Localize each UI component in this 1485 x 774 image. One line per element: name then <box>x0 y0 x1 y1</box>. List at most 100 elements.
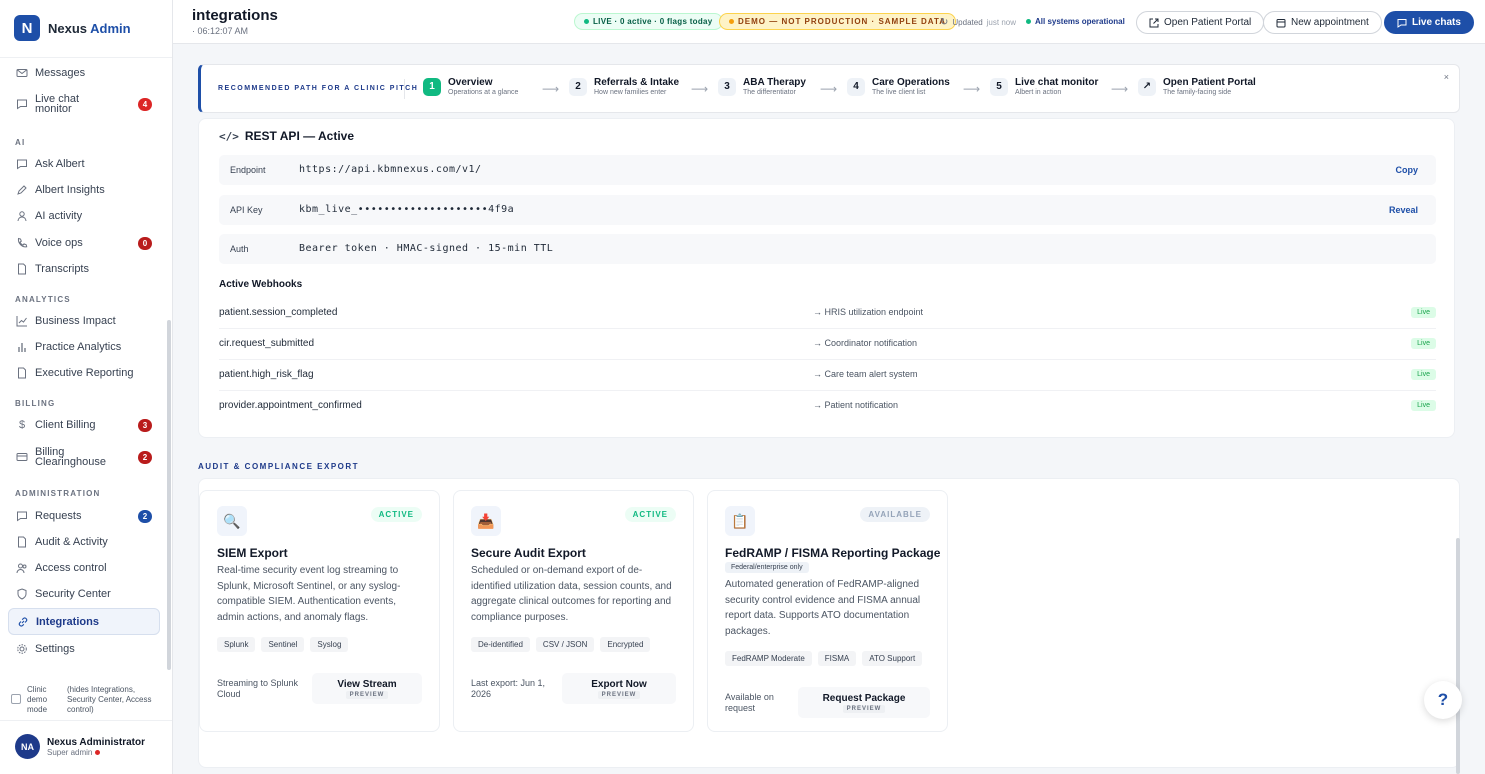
pitch-step-aba-therapy[interactable]: 3 ABA Therapy The differentiator <box>718 77 806 96</box>
export-now-button[interactable]: Export Now PREVIEW <box>562 673 676 704</box>
pitch-step-live-chat-monitor[interactable]: 5 Live chat monitor Albert in action <box>990 77 1098 96</box>
webhooks-title: Active Webhooks <box>219 279 303 290</box>
sidebar-item-label: Executive Reporting <box>35 367 134 379</box>
app-root: N Nexus Admin Messages Live chat monitor… <box>0 0 1485 774</box>
status-badge: Live <box>1411 369 1436 380</box>
card-description: Scheduled or on-demand export of de-iden… <box>471 565 672 623</box>
pitch-step-referrals[interactable]: 2 Referrals & Intake How new families ent… <box>569 77 679 96</box>
sidebar-item-business-impact[interactable]: Business Impact <box>8 308 160 334</box>
live-dot <box>584 19 589 24</box>
user-name: Nexus Administrator <box>47 736 145 748</box>
sidebar-scrollbar[interactable] <box>167 320 171 670</box>
table-row[interactable]: cir.request_submitted → Coordinator noti… <box>219 329 1436 360</box>
table-row[interactable]: patient.high_risk_flag → Care team alert… <box>219 360 1436 391</box>
sidebar-item-label: Albert Insights <box>35 184 105 196</box>
top-header: integrations · 06:12:07 AM LIVE · 0 acti… <box>173 0 1485 44</box>
pitch-step-overview[interactable]: 1 Overview Operations at a glance <box>423 77 518 96</box>
step-number: 2 <box>569 77 587 96</box>
open-patient-portal-button[interactable]: Open Patient Portal <box>1136 11 1265 34</box>
status-badge: Live <box>1411 307 1436 318</box>
clinic-demo-mode-toggle[interactable]: Clinic demo mode (hides Integrations, Se… <box>11 684 169 715</box>
section-label-ai: AI <box>15 138 26 147</box>
webhook-event: provider.appointment_confirmed <box>219 400 362 411</box>
step-subtitle: Operations at a glance <box>448 89 519 96</box>
webhook-destination: → HRIS utilization endpoint <box>813 307 924 317</box>
table-row[interactable]: patient.session_completed → HRIS utiliza… <box>219 298 1436 329</box>
sidebar-item-label: Ask Albert <box>35 158 85 170</box>
live-chats-button[interactable]: Live chats <box>1384 11 1474 34</box>
tag: De-identified <box>471 637 530 652</box>
row-value: kbm_live_••••••••••••••••••••4f9a <box>299 204 515 215</box>
webhook-destination: → Coordinator notification <box>813 338 918 348</box>
demo-mode-label: Clinic demo mode <box>27 685 48 714</box>
tag: FedRAMP Moderate <box>725 651 812 666</box>
pitch-step-care-operations[interactable]: 4 Care Operations The live client list <box>847 77 950 96</box>
sidebar-item-billing-clearinghouse[interactable]: Billing Clearinghouse 2 <box>8 444 160 470</box>
sidebar-item-label: Access control <box>35 562 107 574</box>
card-title: FedRAMP / FISMA Reporting Package <box>725 546 941 560</box>
sidebar-item-albert-insights[interactable]: Albert Insights <box>8 177 160 203</box>
sidebar-item-voice-ops[interactable]: Voice ops 0 <box>8 230 160 256</box>
chat-icon <box>16 510 28 522</box>
brand[interactable]: N Nexus Admin <box>14 15 131 41</box>
sidebar-item-practice-analytics[interactable]: Practice Analytics <box>8 334 160 360</box>
sidebar-item-ai-activity[interactable]: AI activity <box>8 203 160 229</box>
section-label-analytics: ANALYTICS <box>15 295 71 304</box>
chat-icon <box>16 98 28 110</box>
pitch-label: RECOMMENDED PATH FOR A CLINIC PITCH <box>218 85 419 92</box>
request-package-button[interactable]: Request Package PREVIEW <box>798 687 930 718</box>
sidebar-item-label: Audit & Activity <box>35 536 108 548</box>
sidebar-item-live-chat-monitor[interactable]: Live chat monitor 4 <box>8 91 160 117</box>
sidebar-item-security-center[interactable]: Security Center <box>8 581 160 607</box>
api-row-endpoint: Endpoint https://api.kbmnexus.com/v1/ Co… <box>219 155 1436 185</box>
sidebar-item-label: Client Billing <box>35 419 96 431</box>
sidebar-item-access-control[interactable]: Access control <box>8 555 160 581</box>
doc-icon <box>16 367 28 379</box>
tag-list: De-identified CSV / JSON Encrypted <box>471 637 651 652</box>
sidebar-item-audit-activity[interactable]: Audit & Activity <box>8 529 160 555</box>
card-subtitle-badge: Federal/enterprise only <box>725 562 809 573</box>
pen-icon <box>16 184 28 196</box>
sidebar-item-label: Live chat monitor <box>35 93 80 115</box>
external-link-icon: ↗ <box>1138 77 1156 96</box>
pitch-step-open-patient-portal[interactable]: ↗ Open Patient Portal The family-facing s… <box>1138 77 1256 96</box>
close-icon[interactable]: × <box>1444 72 1449 82</box>
shield-icon <box>16 588 28 600</box>
sidebar: N Nexus Admin Messages Live chat monitor… <box>0 0 173 774</box>
demo-mode-note: (hides Integrations, Security Center, Ac… <box>67 685 152 714</box>
tag: CSV / JSON <box>535 637 595 652</box>
person-icon <box>16 210 28 222</box>
tag: FISMA <box>817 651 857 666</box>
sidebar-item-transcripts[interactable]: Transcripts <box>8 256 160 282</box>
sidebar-item-requests[interactable]: Requests 2 <box>8 503 160 529</box>
help-button[interactable]: ? <box>1424 681 1462 719</box>
step-subtitle: The family-facing side <box>1163 89 1232 96</box>
card-title: SIEM Export <box>217 546 288 560</box>
export-card-secure-audit: 📥 ACTIVE Secure Audit Export Scheduled o… <box>453 490 694 732</box>
sidebar-item-settings[interactable]: Settings <box>8 636 160 662</box>
sidebar-item-label: Settings <box>35 643 75 655</box>
sidebar-item-label: Transcripts <box>35 263 89 275</box>
sidebar-item-executive-reporting[interactable]: Executive Reporting <box>8 360 160 386</box>
row-value: https://api.kbmnexus.com/v1/ <box>299 164 482 175</box>
reveal-button[interactable]: Reveal <box>1389 205 1418 215</box>
copy-button[interactable]: Copy <box>1396 165 1419 175</box>
sidebar-item-integrations[interactable]: Integrations <box>8 608 160 635</box>
sidebar-item-messages[interactable]: Messages <box>8 60 160 86</box>
sidebar-item-ask-albert[interactable]: Ask Albert <box>8 151 160 177</box>
export-card-fedramp: 📋 AVAILABLE FedRAMP / FISMA Reporting Pa… <box>707 490 948 732</box>
table-row[interactable]: provider.appointment_confirmed → Patient… <box>219 391 1436 422</box>
user-profile[interactable]: NA Nexus Administrator Super admin <box>15 734 145 759</box>
refresh-icon: ↻ <box>940 17 949 28</box>
sidebar-item-client-billing[interactable]: $ Client Billing 3 <box>8 412 160 438</box>
card-description: Real-time security event log streaming t… <box>217 565 401 623</box>
demo-mode-checkbox[interactable] <box>11 694 21 704</box>
status-badge: ACTIVE <box>370 507 422 522</box>
new-appointment-button[interactable]: New appointment <box>1263 11 1382 34</box>
clipboard-icon: 📋 <box>725 506 755 536</box>
export-card-siem: 🔍 ACTIVE SIEM Export Real-time security … <box>199 490 440 732</box>
view-stream-button[interactable]: View Stream PREVIEW <box>312 673 422 704</box>
main-scrollbar[interactable] <box>1456 538 1460 774</box>
pitch-divider <box>404 79 405 99</box>
sidebar-nav: Messages Live chat monitor 4 AI Ask Albe… <box>0 58 172 670</box>
